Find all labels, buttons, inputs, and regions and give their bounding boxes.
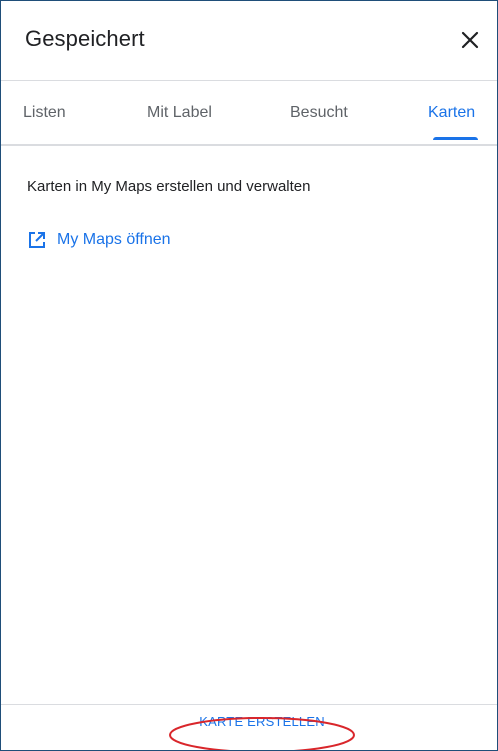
tab-bar: Listen Mit Label Besucht Karten <box>1 81 497 146</box>
panel-header: Gespeichert <box>1 1 497 81</box>
tab-besucht[interactable]: Besucht <box>290 104 348 122</box>
close-icon <box>461 31 479 49</box>
open-in-new-icon <box>29 232 45 248</box>
open-my-maps-link[interactable]: My Maps öffnen <box>27 228 171 252</box>
saved-panel: Gespeichert Listen Mit Label Besucht Kar… <box>0 0 498 751</box>
close-button[interactable] <box>453 23 487 57</box>
panel-title: Gespeichert <box>25 26 145 51</box>
tab-karten[interactable]: Karten <box>428 104 475 122</box>
active-tab-indicator <box>433 137 478 140</box>
open-my-maps-label: My Maps öffnen <box>57 231 171 248</box>
tab-listen[interactable]: Listen <box>23 104 66 122</box>
tab-mit-label[interactable]: Mit Label <box>147 104 212 122</box>
create-map-button[interactable]: KARTE ERSTELLEN <box>167 706 357 736</box>
panel-footer: KARTE ERSTELLEN <box>1 704 497 750</box>
maps-description: Karten in My Maps erstellen und verwalte… <box>27 178 311 195</box>
